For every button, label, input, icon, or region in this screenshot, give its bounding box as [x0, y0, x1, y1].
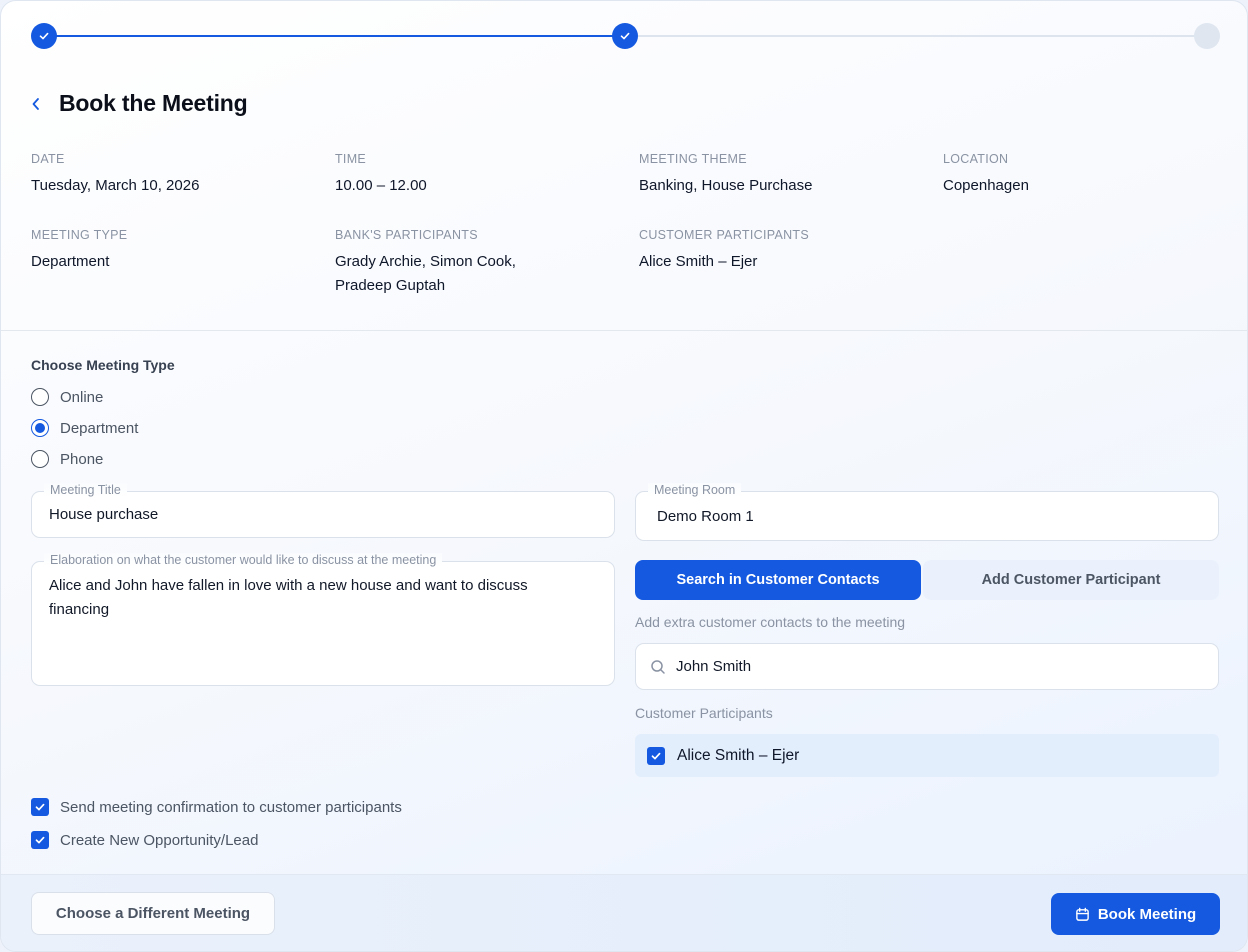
send-confirmation-checkbox[interactable] — [31, 798, 49, 816]
choose-different-meeting-button[interactable]: Choose a Different Meeting — [31, 892, 275, 935]
meeting-title-value[interactable]: House purchase — [49, 503, 158, 527]
section-divider — [1, 330, 1247, 331]
book-meeting-label: Book Meeting — [1097, 905, 1197, 923]
create-opportunity-option[interactable]: Create New Opportunity/Lead — [31, 831, 258, 849]
summary-theme-label: MEETING THEME — [639, 152, 747, 166]
check-icon — [39, 32, 49, 40]
meeting-title-label: Meeting Title — [44, 483, 127, 497]
meeting-room-label: Meeting Room — [648, 483, 742, 497]
meeting-room-value[interactable]: Demo Room 1 — [657, 505, 754, 529]
stepper-line-complete — [44, 35, 626, 37]
participant-item[interactable]: Alice Smith – Ejer — [635, 734, 1219, 777]
customer-participants-heading: Customer Participants — [635, 705, 773, 721]
progress-stepper — [31, 23, 1221, 49]
step-2-complete[interactable] — [612, 23, 638, 49]
summary-location-value: Copenhagen — [943, 177, 1029, 194]
back-button[interactable] — [31, 93, 49, 115]
create-opportunity-checkbox[interactable] — [31, 831, 49, 849]
step-1-complete[interactable] — [31, 23, 57, 49]
summary-customer-participants-value: Alice Smith – Ejer — [639, 253, 758, 270]
summary-time-label: TIME — [335, 152, 367, 166]
summary-type-label: MEETING TYPE — [31, 228, 128, 242]
calendar-icon — [1076, 907, 1089, 921]
elaboration-textarea[interactable]: Elaboration on what the customer would l… — [31, 553, 615, 686]
elaboration-line-1: Alice and John have fallen in love with … — [49, 577, 528, 594]
bank-participants-line-2: Pradeep Guptah — [335, 277, 446, 294]
summary-date-value: Tuesday, March 10, 2026 — [31, 177, 200, 194]
step-3-incomplete[interactable] — [1194, 23, 1220, 49]
tab-add-customer-participant[interactable]: Add Customer Participant — [923, 560, 1219, 600]
radio-online-control[interactable] — [31, 388, 49, 406]
check-icon — [651, 752, 661, 759]
meeting-title-field[interactable]: Meeting Title House purchase — [31, 483, 615, 538]
summary-type-value: Department — [31, 253, 110, 270]
elaboration-value[interactable]: Alice and John have fallen in love with … — [49, 574, 528, 622]
participant-name: Alice Smith – Ejer — [677, 746, 800, 764]
summary-time-value: 10.00 – 12.00 — [335, 177, 427, 194]
create-opportunity-label: Create New Opportunity/Lead — [60, 831, 259, 849]
search-icon — [651, 659, 665, 674]
summary-bank-participants-label: BANK'S PARTICIPANTS — [335, 228, 478, 242]
summary-type: MEETING TYPE Department — [31, 228, 321, 274]
send-confirmation-label: Send meeting confirmation to customer pa… — [60, 798, 402, 816]
radio-phone[interactable]: Phone — [31, 450, 103, 468]
check-icon — [620, 32, 630, 40]
booking-card: Book the Meeting DATE Tuesday, March 10,… — [0, 0, 1248, 952]
summary-date-label: DATE — [31, 152, 65, 166]
participant-checkbox[interactable] — [647, 746, 665, 765]
send-confirmation-option[interactable]: Send meeting confirmation to customer pa… — [31, 798, 402, 816]
contacts-helper-text: Add extra customer contacts to the meeti… — [635, 614, 906, 630]
chevron-left-icon — [32, 98, 39, 110]
summary-customer-participants: CUSTOMER PARTICIPANTS Alice Smith – Ejer — [639, 228, 929, 274]
radio-department-control[interactable] — [31, 419, 49, 437]
check-icon — [35, 836, 45, 844]
summary-location-label: LOCATION — [943, 152, 1009, 166]
radio-online-label: Online — [60, 388, 104, 406]
summary-theme: MEETING THEME Banking, House Purchase — [639, 152, 929, 198]
bank-participants-line-1: Grady Archie, Simon Cook, — [335, 253, 516, 270]
summary-time: TIME 10.00 – 12.00 — [335, 152, 625, 198]
summary-location: LOCATION Copenhagen — [943, 152, 1233, 198]
radio-phone-label: Phone — [60, 450, 104, 468]
book-meeting-button[interactable]: Book Meeting — [1051, 893, 1220, 935]
summary-theme-value: Banking, House Purchase — [639, 177, 813, 194]
summary-bank-participants: BANK'S PARTICIPANTS Grady Archie, Simon … — [335, 228, 625, 298]
radio-phone-control[interactable] — [31, 450, 49, 468]
summary-customer-participants-label: CUSTOMER PARTICIPANTS — [639, 228, 809, 242]
tab-search-customer-contacts[interactable]: Search in Customer Contacts — [635, 560, 921, 600]
meeting-room-field[interactable]: Meeting Room Demo Room 1 — [635, 483, 1219, 541]
contact-search-input[interactable] — [676, 658, 1176, 675]
radio-department[interactable]: Department — [31, 419, 138, 437]
summary-date: DATE Tuesday, March 10, 2026 — [31, 152, 321, 198]
meeting-type-heading: Choose Meeting Type — [31, 357, 175, 373]
stepper-line-incomplete — [638, 35, 1208, 37]
radio-online[interactable]: Online — [31, 388, 103, 406]
summary-bank-participants-value: Grady Archie, Simon Cook, Pradeep Guptah — [335, 250, 625, 298]
page-title: Book the Meeting — [59, 90, 248, 116]
elaboration-label: Elaboration on what the customer would l… — [44, 553, 443, 567]
check-icon — [35, 803, 45, 811]
contact-search-box[interactable] — [635, 643, 1219, 690]
radio-department-label: Department — [60, 419, 139, 437]
elaboration-line-2: financing — [49, 601, 110, 618]
